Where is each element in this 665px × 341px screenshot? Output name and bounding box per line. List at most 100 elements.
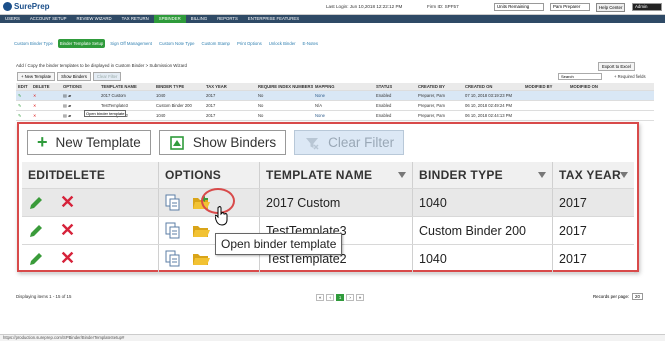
open-folder-icon[interactable] <box>192 251 210 266</box>
subnav-binder-template-setup[interactable]: Binder Template Setup <box>57 39 106 48</box>
new-template-label: New Template <box>55 135 141 150</box>
filter-icon[interactable] <box>538 172 546 178</box>
nav-enterprise-features[interactable]: ENTERPRISE FEATURES <box>243 15 304 23</box>
copy-icon[interactable] <box>165 194 180 211</box>
bg-require-index: No <box>258 113 264 118</box>
bg-tax-year: 2017 <box>206 93 216 98</box>
bg-delete-icon[interactable]: ✕ <box>31 103 61 108</box>
bg-col-modified-by[interactable]: MODIFIED BY <box>523 84 568 89</box>
col-tax-year[interactable]: TAX YEAR <box>553 162 634 188</box>
nav-account-setup[interactable]: ACCOUNT SETUP <box>25 15 72 23</box>
bg-delete-icon[interactable]: ✕ <box>31 93 61 98</box>
pager-first[interactable]: « <box>316 294 325 301</box>
delete-x-icon[interactable]: ✕ <box>50 189 159 216</box>
bg-col-tax-year[interactable]: TAX YEAR <box>204 84 256 89</box>
show-binders-label: Show Binders <box>192 135 277 150</box>
bg-table-header: EDIT DELETE OPTIONS TEMPLATE NAME BINDER… <box>16 83 654 91</box>
col-template-name[interactable]: TEMPLATE NAME <box>260 162 413 188</box>
bg-binder-type: Custom Binder 200 <box>156 103 192 108</box>
bg-delete-icon[interactable]: ✕ <box>31 113 61 118</box>
col-template-name-label: TEMPLATE NAME <box>266 168 373 182</box>
records-per-page-select[interactable]: 20 <box>632 293 643 300</box>
pager-next[interactable]: › <box>346 294 354 301</box>
nav-spbinder[interactable]: SPBINDER <box>153 15 186 23</box>
bg-mapping-link[interactable]: None <box>313 93 374 98</box>
new-template-button[interactable]: + New Template <box>27 130 151 155</box>
templates-table: EDIT DELETE OPTIONS TEMPLATE NAME BINDER… <box>22 162 634 273</box>
filter-icon[interactable] <box>398 172 406 178</box>
units-select[interactable]: Units Remaining <box>494 3 544 11</box>
bg-edit-icon[interactable]: ✎ <box>16 93 31 98</box>
nav-tax-return[interactable]: TAX RETURN <box>117 15 154 23</box>
pager-prev[interactable]: ‹ <box>326 294 334 301</box>
bg-mapping-link[interactable]: None <box>313 113 374 118</box>
bg-edit-icon[interactable]: ✎ <box>16 113 31 118</box>
bg-col-created-on[interactable]: CREATED ON <box>463 84 523 89</box>
nav-billing[interactable]: BILLING <box>186 15 212 23</box>
bg-binder-type: 1040 <box>156 93 166 98</box>
nav-review-wizard[interactable]: REVIEW WIZARD <box>72 15 117 23</box>
bg-binder-type: 1040 <box>156 113 166 118</box>
bg-col-require-index[interactable]: REQUIRE INDEX NUMBERS <box>256 84 313 89</box>
bg-col-mapping[interactable]: MAPPING <box>313 84 374 89</box>
edit-pencil-icon[interactable] <box>22 217 50 244</box>
nav-users[interactable]: USERS <box>0 15 25 23</box>
small-show-binders-button[interactable]: Show Binders <box>57 72 91 81</box>
small-new-template-button[interactable]: + New Template <box>17 72 56 81</box>
bg-status: Enabled <box>376 113 392 118</box>
bg-col-template-name[interactable]: TEMPLATE NAME <box>99 84 154 89</box>
export-to-excel-button[interactable]: Export to Excel <box>598 62 635 71</box>
plus-icon: + <box>37 132 48 152</box>
open-binder-template-tooltip: Open binder template <box>215 233 343 255</box>
copy-icon[interactable] <box>165 222 180 239</box>
show-binders-icon <box>170 135 184 150</box>
clear-filter-label: Clear Filter <box>328 135 395 150</box>
table-row[interactable]: ✕ 2017 Custom 1040 2017 <box>22 189 634 217</box>
copy-icon[interactable] <box>165 250 180 267</box>
edit-pencil-icon[interactable] <box>22 189 50 216</box>
col-binder-type-label: BINDER TYPE <box>419 168 503 182</box>
bg-col-created-by[interactable]: CREATED BY <box>416 84 463 89</box>
subnav-custom-stamp[interactable]: Custom Stamp <box>200 39 232 48</box>
show-binders-button[interactable]: Show Binders <box>158 130 287 155</box>
user-select[interactable]: Pam Preparer <box>550 3 590 11</box>
open-folder-icon[interactable] <box>192 223 210 238</box>
bg-table-row[interactable]: ✎ ✕ ▤ ▰ 2017 Custom 1040 2017 No None En… <box>16 91 654 101</box>
overlay-toolbar: + New Template Show Binders Clear Filter <box>27 130 405 155</box>
bg-edit-icon[interactable]: ✎ <box>16 103 31 108</box>
edit-pencil-icon[interactable] <box>22 245 50 272</box>
subnav-e-notes[interactable]: E-Notes <box>301 39 321 48</box>
col-edit: EDIT <box>28 168 57 182</box>
col-options: OPTIONS <box>159 162 260 188</box>
tax-year: 2017 <box>559 251 587 266</box>
delete-x-icon[interactable]: ✕ <box>50 217 159 244</box>
records-per-page-label: Records per page: <box>593 294 630 299</box>
firm-id-text: Firm ID: SPF57 <box>427 4 459 9</box>
subnav-print-options[interactable]: Print Options <box>235 39 264 48</box>
bg-col-modified-on[interactable]: MODIFIED ON <box>568 84 628 89</box>
sureprep-logo[interactable]: SurePrep <box>3 2 50 11</box>
binder-type: Custom Binder 200 <box>413 217 553 244</box>
bg-col-binder-type[interactable]: BINDER TYPE <box>154 84 204 89</box>
main-nav: USERS ACCOUNT SETUP REVIEW WIZARD TAX RE… <box>0 15 665 23</box>
col-binder-type[interactable]: BINDER TYPE <box>413 162 553 188</box>
subnav-sign-off-management[interactable]: Sign Off Management <box>108 39 154 48</box>
bg-options-icons[interactable]: ▤ ▰ <box>61 103 99 108</box>
nav-reports[interactable]: REPORTS <box>212 15 243 23</box>
top-bar: SurePrep Last Login: Jun 10,2018 12:22:1… <box>0 0 665 15</box>
subnav-custom-binder-type[interactable]: Custom Binder Type <box>12 39 55 48</box>
filter-icon[interactable] <box>620 172 628 178</box>
bg-require-index: No <box>258 103 264 108</box>
delete-x-icon[interactable]: ✕ <box>50 245 159 272</box>
admin-select[interactable]: Admin <box>632 3 662 11</box>
bg-created-by: Preparer, Pam <box>418 103 445 108</box>
search-input[interactable]: Search <box>558 73 602 80</box>
subnav-custom-note-type[interactable]: Custom Note Type <box>157 39 197 48</box>
pager-page-1[interactable]: 1 <box>335 294 345 301</box>
bg-created-on: 06 10, 2018 02:49:24 PM <box>465 103 513 108</box>
pager-last[interactable]: » <box>355 294 365 301</box>
bg-options-icons[interactable]: ▤ ▰ <box>61 93 99 98</box>
subnav-unlock-binder[interactable]: Unlock Binder <box>267 39 298 48</box>
bg-col-status[interactable]: STATUS <box>374 84 416 89</box>
help-center-button[interactable]: Help Center <box>596 3 626 12</box>
